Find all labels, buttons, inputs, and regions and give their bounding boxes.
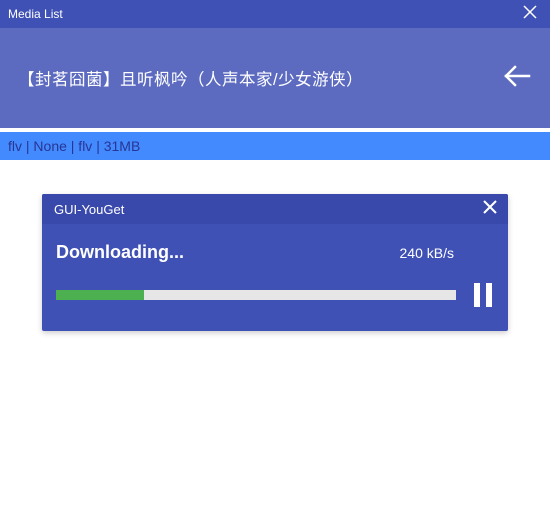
- window-titlebar: Media List: [0, 0, 550, 28]
- window-close-button[interactable]: [510, 0, 550, 28]
- status-row: Downloading... 240 kB/s: [56, 242, 494, 263]
- page-header: 【封茗囧菌】且听枫吟（人声本家/少女游侠）: [0, 28, 550, 128]
- progress-bar: [56, 290, 456, 300]
- download-speed: 240 kB/s: [400, 245, 454, 261]
- download-card: GUI-YouGet Downloading... 240 kB/s: [42, 194, 508, 331]
- media-info-bar: flv | None | flv | 31MB: [0, 132, 550, 160]
- close-icon: [523, 5, 537, 24]
- media-title: 【封茗囧菌】且听枫吟（人声本家/少女游侠）: [18, 66, 363, 90]
- card-titlebar: GUI-YouGet: [42, 194, 508, 224]
- progress-row: [56, 281, 494, 309]
- card-body: Downloading... 240 kB/s: [42, 224, 508, 331]
- main-content: GUI-YouGet Downloading... 240 kB/s: [0, 160, 550, 365]
- pause-icon: [474, 283, 492, 307]
- media-info-text: flv | None | flv | 31MB: [8, 138, 140, 154]
- close-icon: [482, 199, 498, 220]
- progress-fill: [56, 290, 144, 300]
- pause-button[interactable]: [472, 281, 494, 309]
- window-title: Media List: [8, 7, 63, 21]
- card-close-button[interactable]: [472, 194, 508, 224]
- downloading-status-label: Downloading...: [56, 242, 184, 263]
- arrow-left-icon: [502, 61, 532, 96]
- back-button[interactable]: [502, 61, 532, 96]
- card-title: GUI-YouGet: [54, 202, 124, 217]
